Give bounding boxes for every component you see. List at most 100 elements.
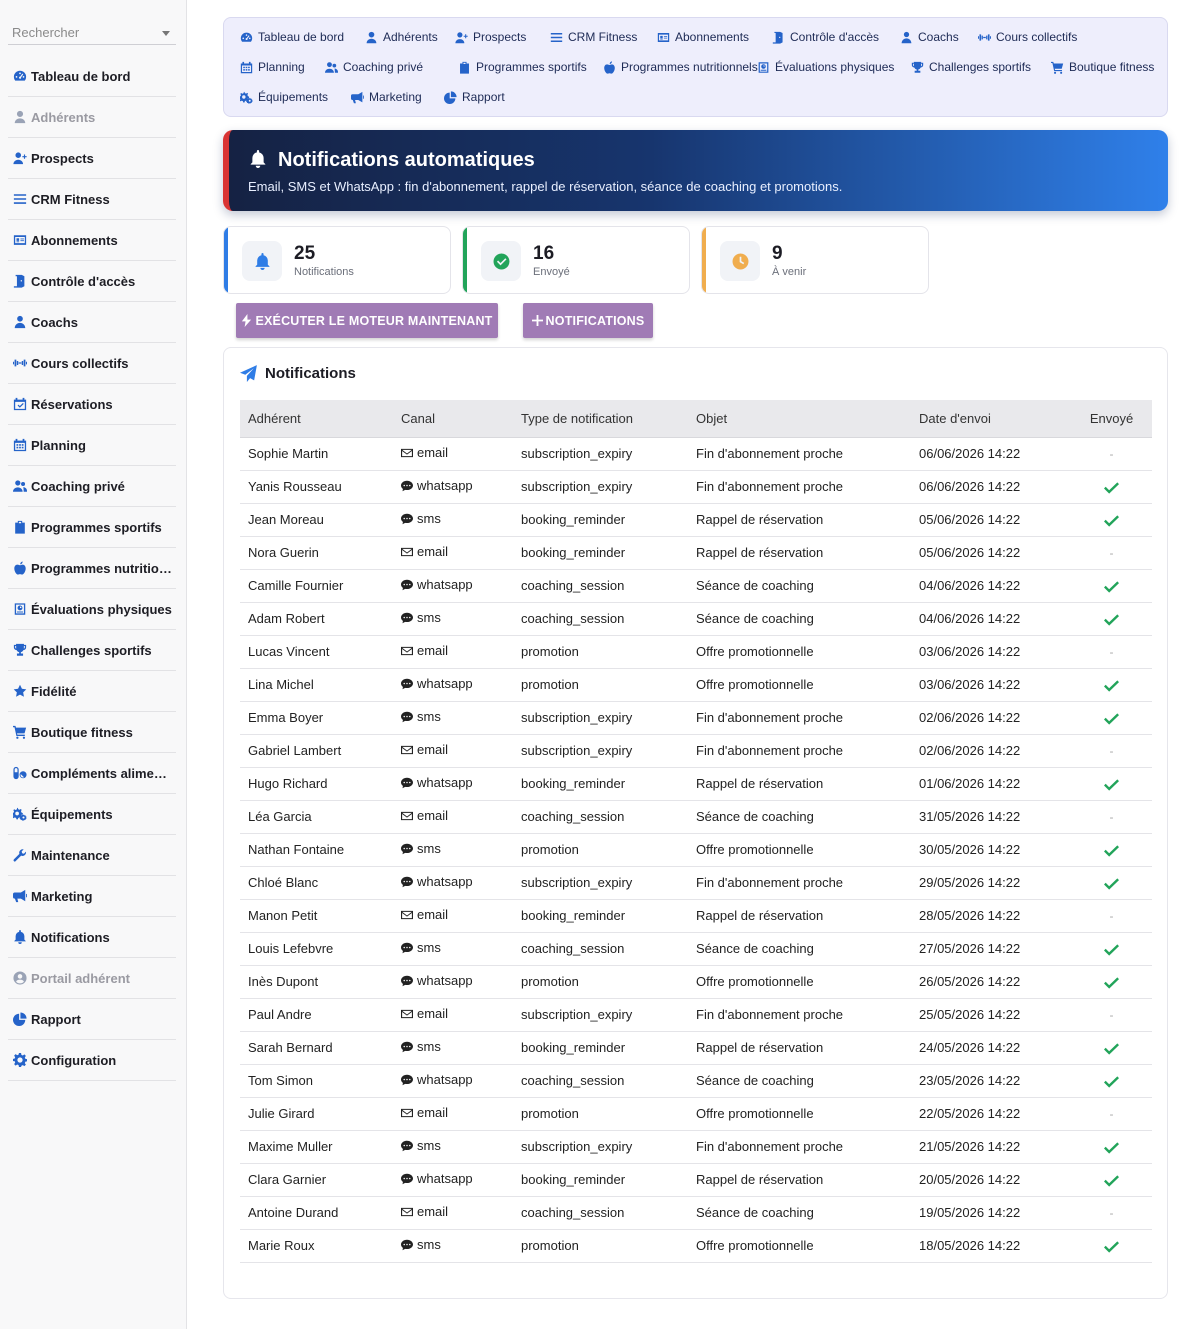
topnav-link-2-1[interactable]: Marketing	[351, 90, 422, 104]
sidebar-item-1[interactable]: Adhérents	[8, 97, 176, 138]
topnav-link-0-1[interactable]: Adhérents	[365, 30, 438, 44]
sidebar-item-21[interactable]: Notifications	[8, 917, 176, 958]
topnav-link-1-3[interactable]: Programmes nutritionnels	[603, 60, 758, 74]
topnav-link-1-0[interactable]: Planning	[240, 60, 305, 74]
sidebar-item-22[interactable]: Portail adhérent	[8, 958, 176, 999]
table-row[interactable]: Nora Guerin email booking_reminder Rappel d…	[240, 536, 1152, 570]
table-row[interactable]: Gabriel Lambert email subscription_expiry F…	[240, 734, 1152, 768]
add-notification-button[interactable]: NOTIFICATIONS	[523, 303, 653, 338]
table-row[interactable]: Manon Petit email booking_reminder Rappel d…	[240, 899, 1152, 933]
envelope-icon	[401, 547, 413, 556]
table-row[interactable]: Maxime Muller sms subscription_expiry Fin d…	[240, 1130, 1152, 1164]
sidebar-item-24[interactable]: Configuration	[8, 1040, 176, 1081]
sidebar-item-16[interactable]: Boutique fitness	[8, 712, 176, 753]
search-input[interactable]: Rechercher	[8, 20, 176, 45]
sidebar-item-4[interactable]: Abonnements	[8, 220, 176, 261]
topnav-link-0-4[interactable]: Abonnements	[657, 30, 749, 44]
check-icon	[1104, 1238, 1119, 1253]
topnav-link-label: Marketing	[369, 90, 422, 104]
sidebar-item-8[interactable]: Réservations	[8, 384, 176, 425]
topnav-link-0-5[interactable]: Contrôle d'accès	[772, 30, 879, 44]
cell-member: Antoine Durand	[240, 1196, 393, 1230]
sidebar-item-12[interactable]: Programmes nutritio…	[8, 548, 176, 589]
table-row[interactable]: Chloé Blanc whatsapp subscription_expiry Fi…	[240, 866, 1152, 900]
table-row[interactable]: Adam Robert sms coaching_session Séance de …	[240, 602, 1152, 636]
sidebar-item-14[interactable]: Challenges sportifs	[8, 630, 176, 671]
topnav-link-1-6[interactable]: Boutique fitness	[1051, 60, 1154, 74]
topnav-link-2-0[interactable]: Équipements	[240, 90, 328, 104]
cell-type: subscription_expiry	[513, 437, 688, 471]
not-sent-marker: -	[1109, 1206, 1114, 1220]
topnav-link-1-1[interactable]: Coaching privé	[325, 60, 423, 74]
table-row[interactable]: Jean Moreau sms booking_reminder Rappel de …	[240, 503, 1152, 537]
column-header-member[interactable]: Adhérent	[240, 400, 393, 438]
stat-card-1: 16 Envoyé	[462, 226, 690, 294]
cell-sent: -	[1071, 800, 1152, 834]
sidebar-item-19[interactable]: Maintenance	[8, 835, 176, 876]
topnav-link-1-4[interactable]: Évaluations physiques	[757, 60, 894, 74]
table-row[interactable]: Emma Boyer sms subscription_expiry Fin d'ab…	[240, 701, 1152, 735]
sidebar-item-0[interactable]: Tableau de bord	[8, 56, 176, 97]
sidebar-item-3[interactable]: CRM Fitness	[8, 179, 176, 220]
table-row[interactable]: Nathan Fontaine sms promotion Offre promoti…	[240, 833, 1152, 867]
chevron-down-icon[interactable]	[162, 31, 170, 36]
cell-date: 06/06/2026 14:22	[911, 470, 1071, 504]
table-row[interactable]: Lina Michel whatsapp promotion Offre promot…	[240, 668, 1152, 702]
table-row[interactable]: Marie Roux sms promotion Offre promotionnel…	[240, 1229, 1152, 1263]
channel-label: sms	[417, 940, 441, 956]
topnav-link-0-2[interactable]: Prospects	[455, 30, 526, 44]
sidebar-item-18[interactable]: Équipements	[8, 794, 176, 835]
topnav-link-label: Prospects	[473, 30, 527, 44]
channel-label: whatsapp	[417, 1171, 473, 1187]
cell-subject: Offre promotionnelle	[688, 1097, 911, 1131]
cell-type: booking_reminder	[513, 1163, 688, 1197]
table-row[interactable]: Hugo Richard whatsapp booking_reminder Rapp…	[240, 767, 1152, 801]
table-row[interactable]: Sarah Bernard sms booking_reminder Rappel d…	[240, 1031, 1152, 1065]
table-row[interactable]: Inès Dupont whatsapp promotion Offre promot…	[240, 965, 1152, 999]
sidebar-item-5[interactable]: Contrôle d'accès	[8, 261, 176, 302]
run-engine-button[interactable]: EXÉCUTER LE MOTEUR MAINTENANT	[236, 303, 498, 338]
stat-value: 25	[294, 243, 316, 264]
table-row[interactable]: Clara Garnier whatsapp booking_reminder Rap…	[240, 1163, 1152, 1197]
sidebar-item-17[interactable]: Compléments alime…	[8, 753, 176, 794]
sidebar-item-15[interactable]: Fidélité	[8, 671, 176, 712]
cell-sent	[1071, 1130, 1152, 1164]
cell-subject: Fin d'abonnement proche	[688, 701, 911, 735]
table-row[interactable]: Antoine Durand email coaching_session Séanc…	[240, 1196, 1152, 1230]
column-header-date[interactable]: Date d'envoi	[911, 400, 1071, 438]
column-header-subject[interactable]: Objet	[688, 400, 911, 438]
table-row[interactable]: Tom Simon whatsapp coaching_session Séance …	[240, 1064, 1152, 1098]
not-sent-marker: -	[1109, 645, 1114, 659]
sidebar-item-2[interactable]: Prospects	[8, 138, 176, 179]
table-row[interactable]: Léa Garcia email coaching_session Séance de…	[240, 800, 1152, 834]
table-row[interactable]: Paul Andre email subscription_expiry Fin d'…	[240, 998, 1152, 1032]
gears-icon	[12, 807, 27, 821]
table-row[interactable]: Julie Girard email promotion Offre promotio…	[240, 1097, 1152, 1131]
table-row[interactable]: Yanis Rousseau whatsapp subscription_expir…	[240, 470, 1152, 504]
sidebar-item-23[interactable]: Rapport	[8, 999, 176, 1040]
sidebar-item-20[interactable]: Marketing	[8, 876, 176, 917]
table-row[interactable]: Camille Fournier whatsapp coaching_session…	[240, 569, 1152, 603]
cell-type: subscription_expiry	[513, 701, 688, 735]
sidebar-item-13[interactable]: Évaluations physiques	[8, 589, 176, 630]
table-row[interactable]: Lucas Vincent email promotion Offre promoti…	[240, 635, 1152, 669]
sidebar-item-6[interactable]: Coachs	[8, 302, 176, 343]
topnav-link-2-2[interactable]: Rapport	[444, 90, 505, 104]
column-header-sent[interactable]: Envoyé	[1071, 400, 1152, 438]
table-header-row: Adhérent Canal Type de notification Obje…	[240, 400, 1152, 438]
sidebar-item-9[interactable]: Planning	[8, 425, 176, 466]
topnav-link-1-2[interactable]: Programmes sportifs	[458, 60, 587, 74]
table-row[interactable]: Sophie Martin email subscription_expiry Fin…	[240, 437, 1152, 471]
column-header-channel[interactable]: Canal	[393, 400, 513, 438]
topnav-link-0-3[interactable]: CRM Fitness	[550, 30, 637, 44]
column-header-type[interactable]: Type de notification	[513, 400, 688, 438]
topnav-link-1-5[interactable]: Challenges sportifs	[911, 60, 1031, 74]
sidebar-item-10[interactable]: Coaching privé	[8, 466, 176, 507]
topnav-link-0-0[interactable]: Tableau de bord	[240, 30, 344, 44]
sidebar-item-7[interactable]: Cours collectifs	[8, 343, 176, 384]
sidebar-item-11[interactable]: Programmes sportifs	[8, 507, 176, 548]
table-row[interactable]: Louis Lefebvre sms coaching_session Séance …	[240, 932, 1152, 966]
topnav-link-0-7[interactable]: Cours collectifs	[978, 30, 1077, 44]
chat-bubble-icon	[401, 678, 413, 689]
topnav-link-0-6[interactable]: Coachs	[900, 30, 959, 44]
